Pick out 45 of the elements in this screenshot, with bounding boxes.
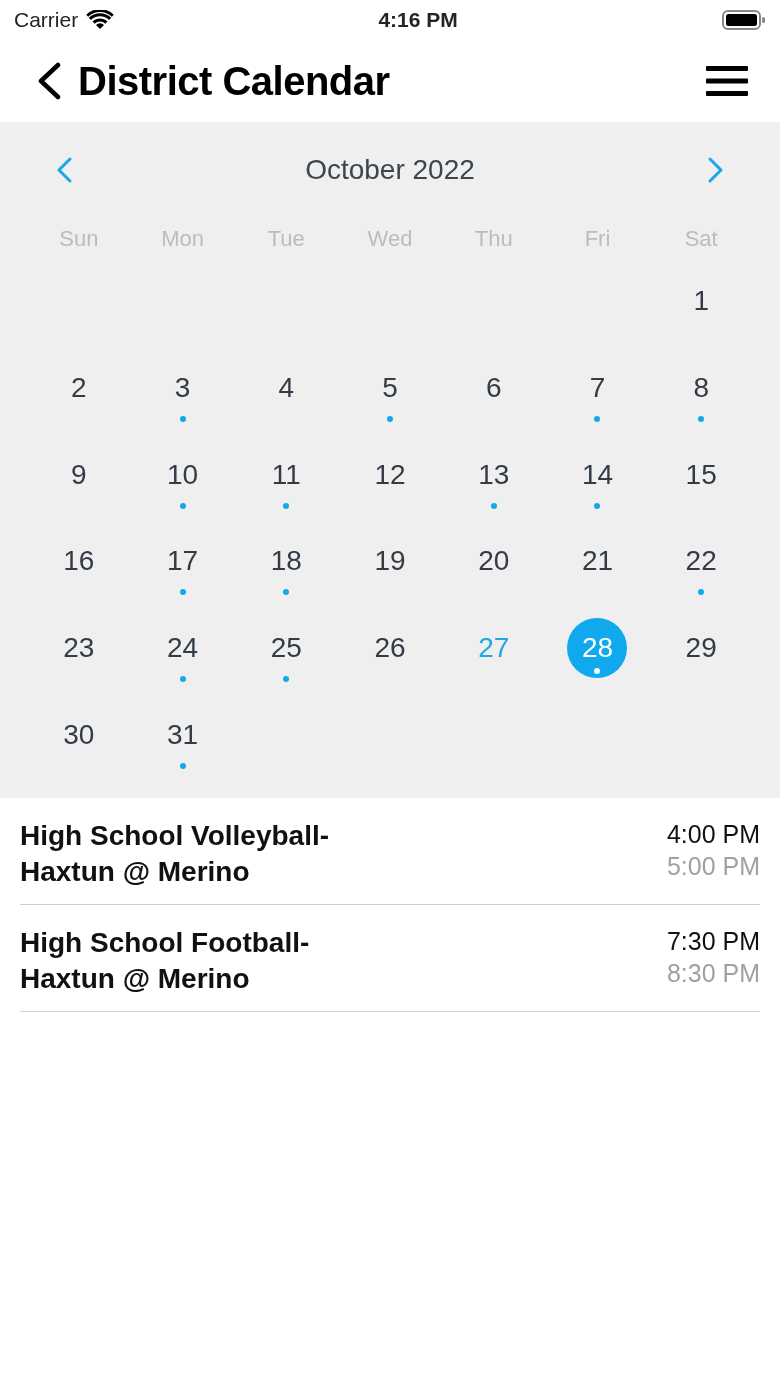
day-cell[interactable]: 1: [671, 271, 732, 332]
day-cell[interactable]: 17: [152, 531, 213, 592]
event-start-time: 7:30 PM: [666, 926, 760, 957]
day-cell[interactable]: 22: [671, 531, 732, 592]
day-cell[interactable]: 8: [671, 358, 732, 419]
status-time: 4:16 PM: [378, 7, 458, 34]
wifi-icon: [86, 10, 115, 30]
day-cell[interactable]: 6: [463, 358, 524, 419]
day-cell[interactable]: 31: [152, 704, 213, 765]
day-cell[interactable]: 2: [48, 358, 109, 419]
day-cell[interactable]: 19: [360, 531, 420, 592]
event-title: High School Football- Haxtun @ Merino: [20, 926, 311, 996]
day-cell[interactable]: 11: [256, 444, 317, 505]
day-cell[interactable]: 25: [256, 618, 317, 679]
event-end-time: 5:00 PM: [666, 851, 760, 882]
day-cell[interactable]: 10: [152, 444, 213, 505]
event-title: High School Volleyball- Haxtun @ Merino: [20, 819, 331, 889]
page-title: District Calendar: [78, 58, 391, 105]
menu-button[interactable]: [706, 65, 748, 97]
day-cell[interactable]: 26: [360, 618, 420, 679]
day-cell[interactable]: 24: [152, 618, 213, 679]
day-cell[interactable]: 12: [360, 444, 420, 505]
day-cell[interactable]: 16: [48, 531, 109, 592]
day-cell[interactable]: 5: [360, 358, 420, 419]
day-cell[interactable]: 30: [48, 704, 109, 765]
day-cell[interactable]: 23: [48, 618, 109, 679]
day-cell[interactable]: 21: [567, 531, 628, 592]
day-cell[interactable]: 13: [463, 444, 524, 505]
day-cell[interactable]: 15: [671, 444, 732, 505]
day-cell[interactable]: 3: [152, 358, 213, 419]
event-row[interactable]: High School Volleyball- Haxtun @ Merino 4:00 PM 5:00 PM: [20, 798, 760, 905]
day-cell[interactable]: 20: [463, 531, 524, 592]
day-cell[interactable]: 7: [567, 358, 628, 419]
month-title: October 2022: [305, 153, 475, 187]
day-cell[interactable]: 29: [671, 618, 732, 679]
day-cell[interactable]: 14: [567, 444, 628, 505]
day-cell[interactable]: 9: [48, 444, 109, 505]
day-cell[interactable]: 18: [256, 531, 317, 592]
day-cell[interactable]: 4: [256, 358, 317, 419]
battery-icon: [722, 9, 766, 31]
event-end-time: 8:30 PM: [666, 958, 760, 989]
event-start-time: 4:00 PM: [666, 819, 760, 850]
back-button[interactable]: [36, 62, 62, 100]
event-row[interactable]: High School Football- Haxtun @ Merino 7:30 PM 8:30 PM: [20, 905, 760, 1012]
carrier-name: Carrier: [14, 7, 79, 34]
